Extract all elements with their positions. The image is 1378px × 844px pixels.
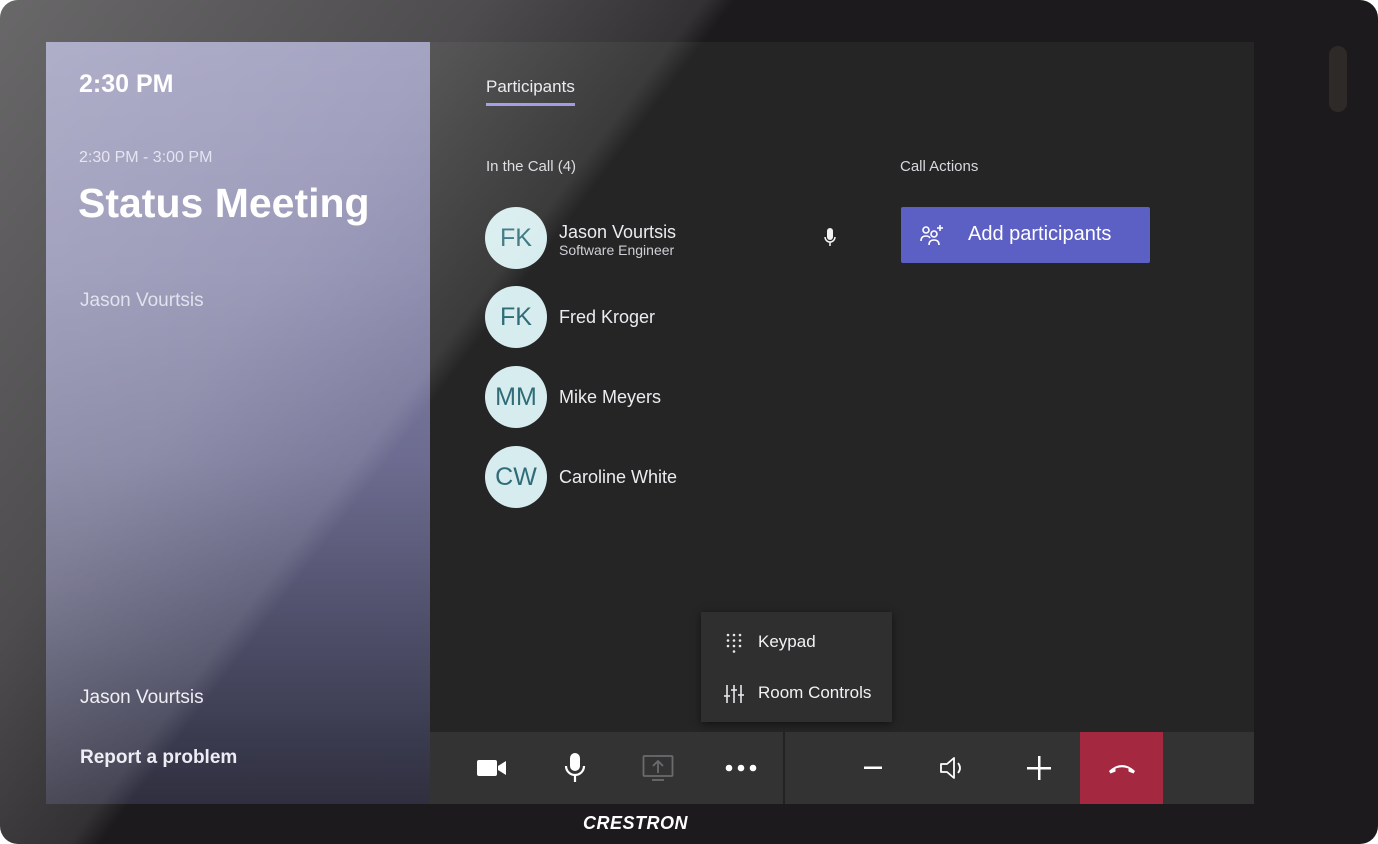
participant-name: Caroline White — [559, 467, 678, 487]
volume-down-icon — [864, 766, 882, 769]
in-call-heading: In the Call (4) — [486, 158, 577, 175]
participant-row[interactable]: CW Caroline White — [485, 446, 885, 508]
participant-name: Mike Meyers — [559, 387, 662, 407]
tab-participants[interactable]: Participants — [486, 77, 575, 106]
toolbar-divider — [783, 732, 785, 804]
participant-name: Jason Vourtsis — [559, 222, 677, 242]
avatar: FK — [485, 207, 547, 269]
hang-up-icon — [1108, 765, 1135, 774]
keypad-icon — [726, 633, 742, 653]
camera-icon — [477, 760, 506, 776]
hang-up-button[interactable] — [1080, 732, 1163, 804]
menu-item-keypad[interactable]: Keypad — [701, 620, 892, 664]
avatar: FK — [485, 286, 547, 348]
participant-name: Fred Kroger — [559, 307, 656, 327]
add-participants-button[interactable]: Add participants — [901, 207, 1150, 263]
touch-panel-device: 2:30 PM 2:30 PM - 3:00 PM Status Meeting… — [0, 0, 1378, 844]
more-options-button[interactable] — [701, 732, 781, 804]
clock: 2:30 PM — [79, 70, 174, 98]
menu-item-room-controls[interactable]: Room Controls — [701, 671, 892, 715]
microphone-icon — [824, 228, 836, 246]
volume-up-button[interactable] — [999, 732, 1079, 804]
participant-row[interactable]: FK Jason Vourtsis Software Engineer — [485, 207, 885, 269]
brand-logo: CRESTRON — [583, 813, 689, 833]
microphone-icon — [564, 753, 586, 782]
participant-row[interactable]: MM Mike Meyers — [485, 366, 885, 428]
participant-row[interactable]: FK Fred Kroger — [485, 286, 885, 348]
camera-button[interactable] — [452, 732, 532, 804]
call-control-bar — [430, 732, 1254, 804]
menu-item-label: Keypad — [758, 632, 816, 651]
volume-down-button[interactable] — [833, 732, 913, 804]
more-options-menu: Keypad Room Controls — [701, 612, 892, 722]
sliders-icon — [724, 685, 744, 703]
call-actions-heading: Call Actions — [900, 158, 979, 175]
share-screen-button[interactable] — [618, 732, 698, 804]
microphone-button[interactable] — [535, 732, 615, 804]
volume-up-icon — [1027, 756, 1051, 780]
speaker-icon — [940, 757, 961, 779]
proximity-sensor — [1329, 46, 1347, 112]
share-screen-icon — [642, 755, 674, 781]
report-problem-link[interactable]: Report a problem — [80, 747, 237, 769]
signed-in-user[interactable]: Jason Vourtsis — [80, 687, 204, 709]
screen: 2:30 PM 2:30 PM - 3:00 PM Status Meeting… — [46, 42, 1254, 804]
meeting-time-range: 2:30 PM - 3:00 PM — [79, 149, 213, 166]
meeting-organizer: Jason Vourtsis — [80, 290, 204, 311]
meeting-sidebar: 2:30 PM 2:30 PM - 3:00 PM Status Meeting… — [46, 42, 430, 804]
menu-item-label: Room Controls — [758, 683, 872, 702]
avatar: CW — [485, 446, 547, 508]
more-icon — [725, 764, 757, 772]
avatar: MM — [485, 366, 547, 428]
participant-role: Software Engineer — [559, 242, 675, 258]
add-people-icon — [920, 225, 943, 246]
meeting-title: Status Meeting — [78, 180, 370, 226]
add-participants-label: Add participants — [968, 223, 1112, 245]
speaker-button[interactable] — [913, 732, 993, 804]
